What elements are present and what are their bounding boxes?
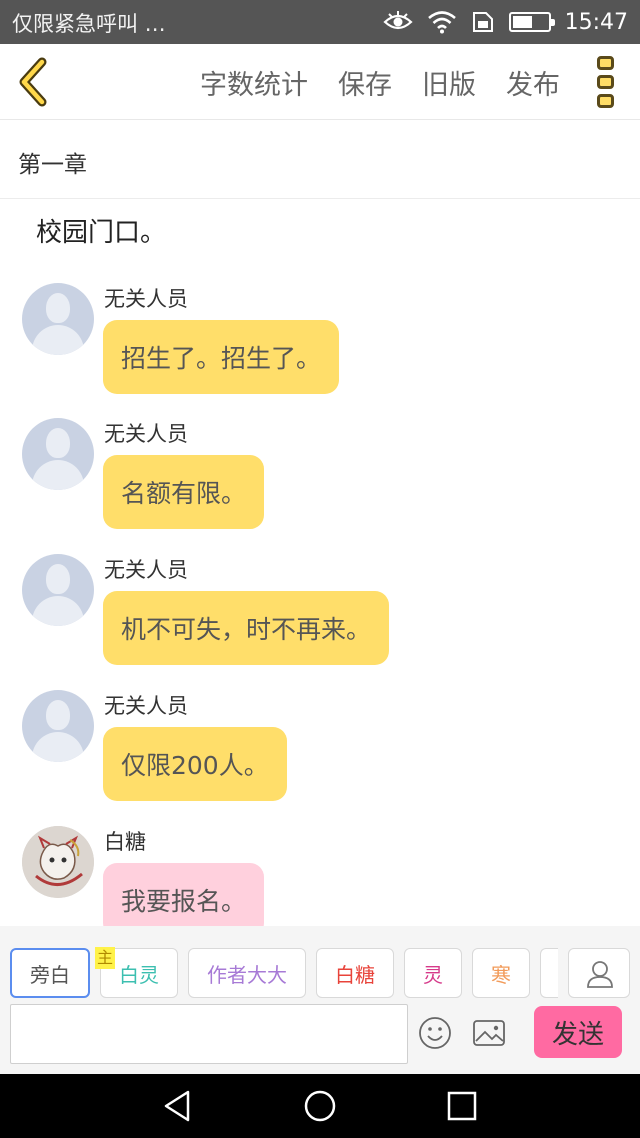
more-dot — [596, 75, 614, 89]
more-dot — [596, 56, 614, 70]
recent-square-icon[interactable] — [444, 1088, 480, 1124]
message-bubble[interactable]: 名额有限。 — [103, 455, 265, 529]
message-bubble[interactable]: 招生了。招生了。 — [103, 320, 340, 394]
chapter-title-row[interactable]: 第一章 — [0, 121, 640, 199]
role-chip-author[interactable]: 作者大大 — [188, 948, 306, 998]
role-chip-baitang[interactable]: 白糖 — [316, 948, 394, 998]
narration-text[interactable]: 校园门口。 — [36, 212, 166, 249]
composer-panel: 旁白 主 白灵 作者大大 白糖 灵 寒 发送 — [0, 926, 640, 1074]
save-button[interactable]: 保存 — [338, 63, 392, 102]
sender-name: 无关人员 — [104, 694, 188, 718]
editor-toolbar: 字数统计 保存 旧版 发布 — [0, 44, 640, 120]
default-avatar-icon[interactable] — [22, 690, 94, 762]
role-label: 白糖 — [335, 962, 375, 987]
role-chip-narration[interactable]: 旁白 — [10, 948, 90, 998]
default-avatar-icon[interactable] — [22, 283, 94, 355]
role-chip-ling[interactable]: 灵 — [404, 948, 462, 998]
more-vertical-icon[interactable] — [590, 56, 620, 108]
image-icon[interactable] — [472, 1018, 506, 1048]
sender-name: 无关人员 — [104, 422, 188, 446]
role-chip-bailing[interactable]: 主 白灵 — [95, 947, 178, 998]
wifi-icon — [427, 11, 456, 34]
role-label: 作者大大 — [207, 962, 287, 987]
role-label: 白灵 — [119, 962, 159, 987]
role-label: 寒 — [491, 962, 511, 987]
role-selector: 旁白 主 白灵 作者大大 白糖 灵 寒 — [10, 947, 558, 998]
add-role-button[interactable] — [568, 948, 630, 998]
message-bubble[interactable]: 机不可失，时不再来。 — [103, 591, 390, 665]
old-version-button[interactable]: 旧版 — [422, 63, 476, 102]
role-chip-han[interactable]: 寒 — [472, 948, 530, 998]
clock: 15:47 — [564, 9, 628, 35]
sender-name: 无关人员 — [104, 287, 188, 311]
default-avatar-icon[interactable] — [22, 418, 94, 490]
system-nav-bar — [0, 1074, 640, 1138]
default-avatar-icon[interactable] — [22, 554, 94, 626]
back-chevron-icon — [19, 57, 47, 107]
home-circle-icon[interactable] — [302, 1088, 338, 1124]
message-bubble[interactable]: 仅限200人。 — [103, 727, 287, 801]
user-icon — [587, 961, 613, 988]
sketch-character-icon — [22, 826, 94, 898]
battery-icon — [508, 12, 555, 32]
main-role-badge: 主 — [95, 947, 116, 969]
sender-name: 白糖 — [104, 830, 146, 854]
toolbar-actions: 字数统计 保存 旧版 发布 — [200, 44, 560, 120]
role-chip-more[interactable] — [540, 948, 558, 998]
eye-icon — [382, 11, 413, 30]
message-input[interactable] — [10, 1004, 408, 1064]
character-avatar-icon[interactable] — [22, 826, 94, 898]
status-bar: 仅限紧急呼叫 … 15:47 — [0, 0, 640, 44]
chapter-title: 第一章 — [18, 152, 87, 178]
sim-icon — [472, 12, 493, 32]
more-dot — [596, 94, 614, 108]
word-count-button[interactable]: 字数统计 — [200, 63, 308, 102]
status-icons: 15:47 — [382, 6, 628, 38]
send-button[interactable]: 发送 — [534, 1006, 622, 1058]
emoji-icon[interactable] — [418, 1016, 452, 1050]
sender-name: 无关人员 — [104, 558, 188, 582]
carrier-text: 仅限紧急呼叫 … — [12, 12, 166, 36]
back-triangle-icon[interactable] — [160, 1088, 196, 1124]
role-label: 旁白 — [30, 962, 70, 987]
back-button[interactable] — [14, 56, 54, 108]
publish-button[interactable]: 发布 — [506, 63, 560, 102]
role-label: 灵 — [423, 962, 443, 987]
